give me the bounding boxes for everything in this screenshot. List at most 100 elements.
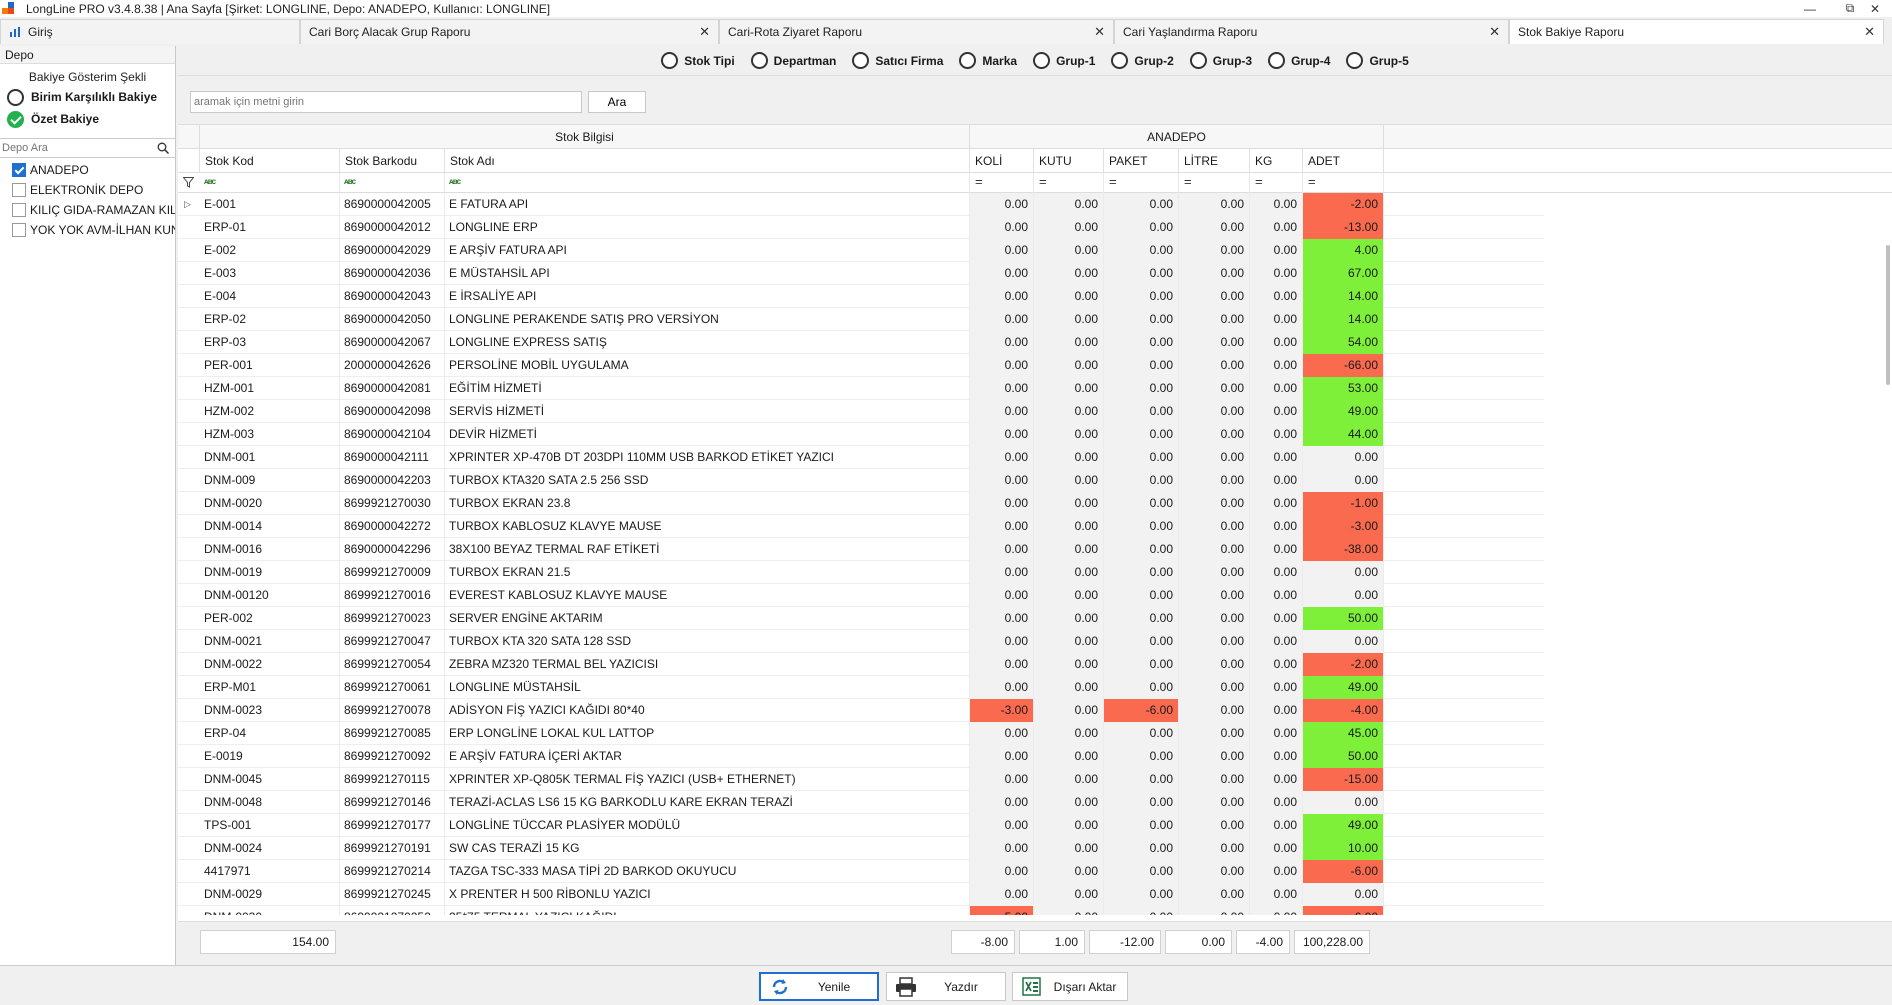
col-stok-barkodu-cell[interactable]: 8699921270191 — [340, 837, 445, 860]
depot-item[interactable]: YOK YOK AVM-İLHAN KUNT — [0, 220, 175, 240]
col-koli-cell[interactable]: 0.00 — [970, 193, 1034, 216]
col-paket-cell[interactable]: 0.00 — [1104, 377, 1179, 400]
col-koli-cell[interactable]: 0.00 — [970, 607, 1034, 630]
table-row[interactable]: ERP-M01 8699921270061 LONGLINE MÜSTAHSİL 0.… — [178, 676, 1544, 699]
table-row[interactable]: DNM-0048 8699921270146 TERAZİ-ACLAS LS6 15… — [178, 791, 1544, 814]
col-stok-barkodu-cell[interactable]: 8699921270016 — [340, 584, 445, 607]
col-adet-cell[interactable]: 45.00 — [1303, 722, 1384, 745]
col-stok-kod-cell[interactable]: PER-002 — [200, 607, 340, 630]
col-stok-adi-cell[interactable]: TURBOX KABLOSUZ KLAVYE MAUSE — [445, 515, 970, 538]
tab-stok-bakiye[interactable]: Stok Bakiye Raporu ✕ — [1509, 19, 1884, 44]
col-koli-cell[interactable]: 0.00 — [970, 377, 1034, 400]
col-kg-cell[interactable]: 0.00 — [1250, 216, 1303, 239]
col-paket-cell[interactable]: 0.00 — [1104, 308, 1179, 331]
col-stok-adi-cell[interactable]: PERSOLİNE MOBİL UYGULAMA — [445, 354, 970, 377]
col-stok-adi-cell[interactable]: E ARŞİV FATURA API — [445, 239, 970, 262]
col-stok-barkodu-cell[interactable]: 8690000042067 — [340, 331, 445, 354]
col-koli-cell[interactable]: 0.00 — [970, 584, 1034, 607]
col-kutu-cell[interactable]: 0.00 — [1034, 285, 1104, 308]
col-kg-cell[interactable]: 0.00 — [1250, 561, 1303, 584]
col-koli-cell[interactable]: 0.00 — [970, 400, 1034, 423]
col-stok-adi-cell[interactable]: XPRINTER XP-Q805K TERMAL FİŞ YAZICI (USB… — [445, 768, 970, 791]
col-litre-cell[interactable]: 0.00 — [1179, 354, 1250, 377]
col-stok-barkodu-cell[interactable]: 8690000042005 — [340, 193, 445, 216]
checkbox-icon[interactable] — [12, 223, 26, 237]
col-stok-adi-cell[interactable]: LONGLINE EXPRESS SATIŞ — [445, 331, 970, 354]
col-kutu-cell[interactable]: 0.00 — [1034, 722, 1104, 745]
col-stok-barkodu-cell[interactable]: 2000000042626 — [340, 354, 445, 377]
col-adet-cell[interactable]: -6.00 — [1303, 906, 1384, 915]
col-paket-cell[interactable]: 0.00 — [1104, 354, 1179, 377]
col-stok-kod-cell[interactable]: ERP-03 — [200, 331, 340, 354]
col-stok-adi-cell[interactable]: EĞİTİM HİZMETİ — [445, 377, 970, 400]
col-koli-cell[interactable]: 0.00 — [970, 814, 1034, 837]
col-stok-adi-cell[interactable]: SERVER ENGİNE AKTARIM — [445, 607, 970, 630]
scrollbar-thumb[interactable] — [1886, 245, 1890, 385]
col-koli-cell[interactable]: 0.00 — [970, 354, 1034, 377]
col-koli-cell[interactable]: 0.00 — [970, 515, 1034, 538]
col-stok-kod-cell[interactable]: ERP-02 — [200, 308, 340, 331]
col-stok-adi-cell[interactable]: E MÜSTAHSİL API — [445, 262, 970, 285]
table-row[interactable]: PER-001 2000000042626 PERSOLİNE MOBİL UYGU… — [178, 354, 1544, 377]
col-paket-header[interactable]: PAKET — [1104, 149, 1179, 173]
table-row[interactable]: 4417971 8699921270214 TAZGA TSC-333 MASA T… — [178, 860, 1544, 883]
col-koli-cell[interactable]: 0.00 — [970, 883, 1034, 906]
table-row[interactable]: DNM-0023 8699921270078 ADİSYON FİŞ YAZICI … — [178, 699, 1544, 722]
col-kg-cell[interactable]: 0.00 — [1250, 239, 1303, 262]
col-kg-cell[interactable]: 0.00 — [1250, 193, 1303, 216]
col-paket-cell[interactable]: -6.00 — [1104, 699, 1179, 722]
col-stok-barkodu-cell[interactable]: 8690000042203 — [340, 469, 445, 492]
col-stok-adi-cell[interactable]: 38X100 BEYAZ TERMAL RAF ETİKETİ — [445, 538, 970, 561]
col-stok-adi-cell[interactable]: TURBOX KTA320 SATA 2.5 256 SSD — [445, 469, 970, 492]
col-kutu-cell[interactable]: 0.00 — [1034, 906, 1104, 915]
checkbox-icon[interactable] — [12, 183, 26, 197]
col-litre-cell[interactable]: 0.00 — [1179, 561, 1250, 584]
table-row[interactable]: DNM-0030869992127025225*75 TERMAL YAZICI… — [178, 906, 1544, 915]
col-koli-cell[interactable]: 0.00 — [970, 538, 1034, 561]
col-stok-kod-cell[interactable]: ERP-M01 — [200, 676, 340, 699]
col-kg-cell[interactable]: 0.00 — [1250, 400, 1303, 423]
col-paket-cell[interactable]: 0.00 — [1104, 193, 1179, 216]
col-adet-filter[interactable]: = — [1303, 173, 1384, 193]
col-stok-kod-cell[interactable]: DNM-0021 — [200, 630, 340, 653]
col-paket-cell[interactable]: 0.00 — [1104, 538, 1179, 561]
col-kutu-cell[interactable]: 0.00 — [1034, 584, 1104, 607]
col-stok-barkodu-header[interactable]: Stok Barkodu — [340, 149, 445, 173]
col-stok-adi-cell[interactable]: DEVİR HİZMETİ — [445, 423, 970, 446]
col-stok-barkodu-cell[interactable]: 8690000042296 — [340, 538, 445, 561]
tab-giris[interactable]: Giriş — [0, 19, 300, 44]
table-row[interactable]: DNM-0014 8690000042272 TURBOX KABLOSUZ KLA… — [178, 515, 1544, 538]
table-row[interactable]: DNM-009 8690000042203 TURBOX KTA320 SATA 2… — [178, 469, 1544, 492]
col-kg-cell[interactable]: 0.00 — [1250, 814, 1303, 837]
col-litre-filter[interactable]: = — [1179, 173, 1250, 193]
col-stok-adi-cell[interactable]: SERVİS HİZMETİ — [445, 400, 970, 423]
col-stok-adi-cell[interactable]: E ARŞİV FATURA İÇERİ AKTAR — [445, 745, 970, 768]
col-stok-kod-cell[interactable]: DNM-001 — [200, 446, 340, 469]
col-stok-kod-cell[interactable]: TPS-001 — [200, 814, 340, 837]
col-kg-cell[interactable]: 0.00 — [1250, 308, 1303, 331]
table-row[interactable]: ERP-04 8699921270085 ERP LONGLİNE LOKAL KU… — [178, 722, 1544, 745]
col-adet-cell[interactable]: 0.00 — [1303, 630, 1384, 653]
col-paket-cell[interactable]: 0.00 — [1104, 400, 1179, 423]
col-paket-cell[interactable]: 0.00 — [1104, 653, 1179, 676]
col-kg-cell[interactable]: 0.00 — [1250, 584, 1303, 607]
col-litre-cell[interactable]: 0.00 — [1179, 400, 1250, 423]
col-stok-barkodu-cell[interactable]: 8690000042272 — [340, 515, 445, 538]
option-ozet-bakiye[interactable]: Özet Bakiye — [0, 108, 175, 130]
col-kg-header[interactable]: KG — [1250, 149, 1303, 173]
col-stok-kod-cell[interactable]: DNM-0014 — [200, 515, 340, 538]
col-stok-barkodu-cell[interactable]: 8699921270054 — [340, 653, 445, 676]
vertical-scrollbar[interactable] — [1884, 245, 1892, 921]
col-litre-cell[interactable]: 0.00 — [1179, 722, 1250, 745]
col-kg-cell[interactable]: 0.00 — [1250, 515, 1303, 538]
col-litre-cell[interactable]: 0.00 — [1179, 653, 1250, 676]
col-kutu-cell[interactable]: 0.00 — [1034, 837, 1104, 860]
col-stok-kod-header[interactable]: Stok Kod — [200, 149, 340, 173]
table-row[interactable]: DNM-0020 8699921270030 TURBOX EKRAN 23.8 0.… — [178, 492, 1544, 515]
col-paket-cell[interactable]: 0.00 — [1104, 607, 1179, 630]
col-adet-cell[interactable]: 0.00 — [1303, 791, 1384, 814]
depot-item[interactable]: KILIÇ GIDA-RAMAZAN KILIÇ — [0, 200, 175, 220]
col-adet-cell[interactable]: 0.00 — [1303, 883, 1384, 906]
grid-search-input[interactable] — [190, 91, 582, 113]
col-kg-cell[interactable]: 0.00 — [1250, 699, 1303, 722]
